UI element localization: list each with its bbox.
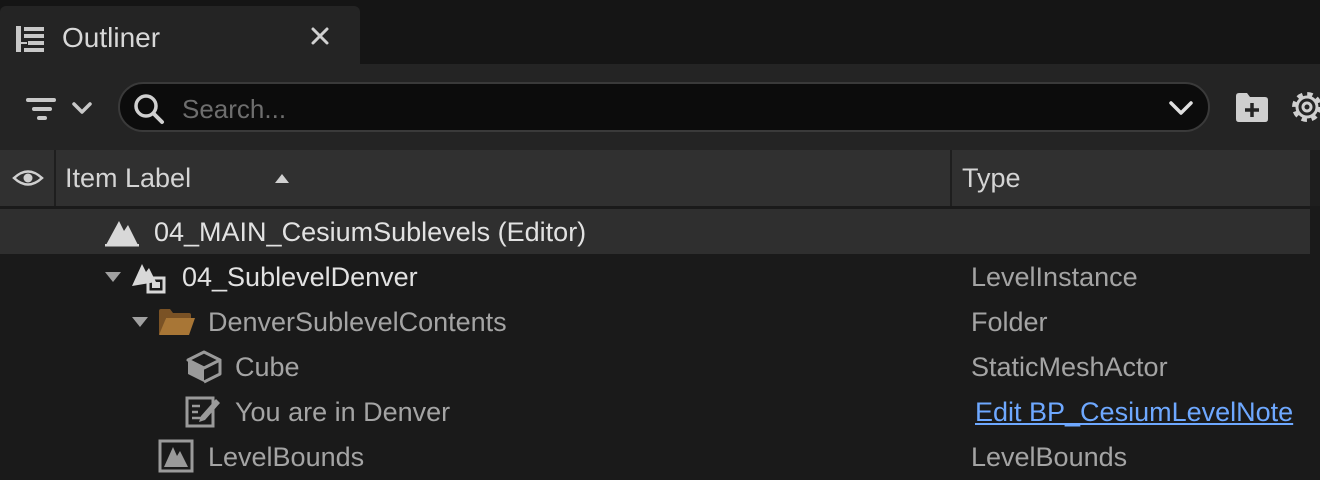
tree-row-type: StaticMeshActor [971, 352, 1168, 382]
tree-row-type: LevelInstance [971, 262, 1138, 292]
search-icon [134, 94, 164, 124]
chevron-down-icon[interactable] [1168, 96, 1194, 120]
folder-add-icon[interactable] [1234, 90, 1270, 124]
tree-row[interactable]: DenverSublevelContents Folder [0, 299, 1310, 344]
filter-button[interactable] [22, 92, 98, 128]
level-icon [105, 221, 139, 247]
filter-icon [26, 98, 92, 120]
folder-open-icon [159, 309, 195, 335]
tree-row-label: 04_SublevelDenver [182, 262, 418, 292]
tree-row-label: Cube [235, 352, 300, 382]
edit-blueprint-link[interactable]: Edit BP_CesiumLevelNote [975, 397, 1311, 428]
tree-row-label: 04_MAIN_CesiumSublevels (Editor) [154, 217, 587, 247]
level-bounds-icon [158, 439, 194, 473]
type-column-header[interactable]: Type [952, 150, 1310, 206]
expand-arrow-icon[interactable] [131, 315, 149, 329]
cube-icon [186, 350, 222, 384]
column-header: Item Label Type [0, 150, 1320, 206]
eye-icon [12, 170, 44, 186]
tree-row[interactable]: 04_SublevelDenver LevelInstance [0, 254, 1310, 299]
tab-outliner[interactable]: Outliner [0, 6, 360, 64]
tab-bar: Outliner [0, 0, 1320, 64]
visibility-column-header[interactable] [0, 150, 54, 206]
tree-row-label: LevelBounds [208, 442, 365, 472]
search-input[interactable] [180, 90, 1144, 128]
close-icon[interactable] [306, 22, 334, 50]
type-header-text: Type [962, 163, 1021, 193]
item-label-header-text: Item Label [65, 163, 192, 193]
tree-row-type: Folder [971, 307, 1048, 337]
note-edit-icon [185, 396, 220, 428]
search-box[interactable] [118, 82, 1210, 132]
tab-title: Outliner [62, 22, 161, 53]
tree-row[interactable]: LevelBounds LevelBounds [0, 434, 1310, 479]
expand-arrow-icon[interactable] [104, 270, 122, 284]
tree-row[interactable]: 04_MAIN_CesiumSublevels (Editor) [0, 209, 1310, 254]
outliner-tree: 04_MAIN_CesiumSublevels (Editor) 04_Subl… [0, 206, 1320, 480]
tree-row[interactable]: Cube StaticMeshActor [0, 344, 1310, 389]
outliner-icon [16, 26, 44, 52]
level-instance-icon [132, 264, 166, 294]
item-label-column-header[interactable]: Item Label [56, 150, 950, 206]
tree-row-label: DenverSublevelContents [208, 307, 507, 337]
sort-ascending-icon [275, 174, 289, 183]
tree-row-type: LevelBounds [971, 442, 1128, 472]
gear-icon[interactable] [1288, 88, 1320, 126]
tree-row-label: You are in Denver [235, 397, 451, 427]
tree-row[interactable]: You are in Denver Edit BP_CesiumLevelNot… [0, 389, 1310, 434]
